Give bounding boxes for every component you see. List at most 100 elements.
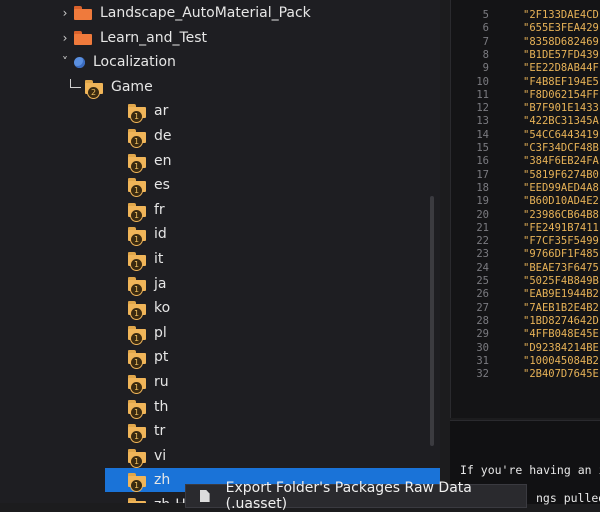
line-number: 7 — [482, 35, 489, 48]
code-value: "9766DF1F485 — [523, 248, 599, 261]
tree-item-game[interactable]: 2 Game — [0, 75, 440, 99]
line-number: 31 — [476, 354, 489, 367]
tree-item-label: zh — [154, 472, 171, 489]
tree-item-ja[interactable]: 1 ja — [0, 272, 440, 296]
code-value: "F4B8EF194E5 — [523, 75, 599, 88]
code-viewer: 5 "2F133DAE4CD 6 "655E3FEA429 7 "8358D682469 8… — [450, 0, 600, 418]
tree-item-en[interactable]: 1 en — [0, 149, 440, 173]
tree-connector-icon[interactable] — [70, 79, 81, 89]
tree-item-landscape-automaterial-pack[interactable]: › Landscape_AutoMaterial_Pack — [0, 1, 440, 25]
tree-item-pl[interactable]: 1 pl — [0, 321, 440, 345]
line-number: 14 — [476, 128, 489, 141]
code-line: 25 "5025F4B849B — [451, 275, 600, 288]
code-value: "5025F4B849B — [523, 275, 599, 287]
folder-badge: 1 — [130, 381, 143, 394]
tree-item-label: Learn_and_Test — [100, 29, 208, 46]
code-value: "F8D062154FF — [523, 88, 599, 101]
code-line: 20 "23986CB64B8 — [451, 209, 600, 222]
tree-item-vi[interactable]: 1 vi — [0, 444, 440, 468]
folder-badge: 1 — [130, 454, 143, 468]
code-value: "100045084B2 — [523, 354, 599, 367]
code-value: "655E3FEA429 — [523, 22, 599, 35]
folder-badge: 1 — [130, 184, 143, 198]
tree-item-id[interactable]: 1 id — [0, 222, 440, 247]
code-value: "EE22D8AB44F — [523, 62, 599, 75]
tree-item-pt[interactable]: 1 pt — [0, 345, 440, 370]
code-line: 23 "9766DF1F485 — [451, 248, 600, 261]
folder-icon — [74, 30, 92, 45]
code-line: 30 "D92384214BE — [451, 342, 600, 355]
tree-item-label: tr — [154, 423, 166, 440]
tree-item-ar[interactable]: 1 ar — [0, 99, 440, 124]
chevron-down-icon[interactable]: ˅ — [58, 55, 72, 69]
code-line: 18 "EED99AED4A8 — [451, 182, 600, 195]
line-number: 15 — [476, 142, 489, 154]
folder-badge: 1 — [130, 405, 143, 419]
tree-item-es[interactable]: 1 es — [0, 173, 440, 198]
tree-item-it[interactable]: 1 it — [0, 247, 440, 271]
tree-item-th[interactable]: 1 th — [0, 395, 440, 419]
export-file-icon — [200, 490, 210, 502]
tree-item-label: ja — [154, 275, 167, 292]
tree-item-localization[interactable]: ˅ Localization — [0, 50, 440, 74]
folder-badge: 2 — [87, 85, 100, 99]
code-value: "2F133DAE4CD — [523, 9, 599, 21]
folder-icon — [74, 6, 92, 20]
code-line: 13 "422BC31345A — [451, 115, 600, 128]
code-line: 27 "7AEB1B2E4B2 — [451, 302, 600, 315]
console-message: If you're having an i — [460, 463, 600, 477]
code-value: "384F6EB24FA — [523, 155, 599, 168]
tree-scrollbar[interactable] — [430, 196, 434, 446]
code-value: "4FFB048E45E — [523, 328, 599, 341]
code-line: 14 "54CC6443419 — [451, 129, 600, 142]
code-value: "BEAE73F6475 — [523, 261, 599, 274]
folder-icon: 1 — [128, 325, 146, 345]
tree-item-label: Landscape_AutoMaterial_Pack — [100, 5, 311, 21]
code-line: 29 "4FFB048E45E — [451, 328, 600, 341]
folder-icon: 1 — [128, 227, 146, 247]
code-value: "B1DE57FD439 — [523, 48, 599, 61]
code-line: 6 "655E3FEA429 — [451, 22, 600, 35]
export-raw-data-menu-item[interactable]: Export Folder's Packages Raw Data (.uass… — [226, 480, 526, 512]
code-value: "5819F6274B0 — [523, 168, 599, 181]
line-number: 5 — [482, 9, 489, 21]
folder-icon: 1 — [128, 448, 146, 468]
tree-item-ko[interactable]: 1 ko — [0, 296, 440, 321]
chevron-right-icon[interactable]: › — [58, 31, 72, 45]
line-number: 26 — [476, 288, 489, 301]
code-value: "C3F34DCF48B — [523, 142, 599, 154]
code-value: "7AEB1B2E4B2 — [523, 301, 599, 314]
tree-item-label: zh-H — [154, 497, 186, 503]
line-number: 28 — [476, 314, 489, 327]
line-number: 17 — [476, 168, 489, 181]
tree-item-de[interactable]: 1 de — [0, 124, 440, 148]
tree-item-label: de — [154, 128, 172, 144]
line-number: 19 — [476, 195, 489, 208]
code-line: 17 "5819F6274B0 — [451, 169, 600, 182]
tree-item-learn-and-test[interactable]: › Learn_and_Test — [0, 26, 440, 50]
chevron-right-icon[interactable]: › — [58, 6, 72, 20]
code-line: 9 "EE22D8AB44F — [451, 62, 600, 75]
folder-icon: 1 — [128, 399, 146, 419]
folder-badge: 1 — [130, 356, 143, 370]
code-value: "EED99AED4A8 — [523, 181, 599, 194]
line-number: 6 — [482, 22, 489, 35]
code-line: 16 "384F6EB24FA — [451, 155, 600, 168]
code-line: 8 "B1DE57FD439 — [451, 49, 600, 62]
line-number: 21 — [476, 221, 489, 234]
code-line: 21 "FE2491B7411 — [451, 222, 600, 235]
folder-badge: 1 — [130, 110, 143, 124]
folder-icon: 1 — [128, 350, 146, 370]
code-line: 24 "BEAE73F6475 — [451, 262, 600, 275]
folder-icon: 1 — [128, 202, 146, 222]
tree-item-ru[interactable]: 1 ru — [0, 370, 440, 394]
code-value: "B60D10AD4E2 — [523, 195, 599, 208]
line-number: 12 — [476, 102, 489, 115]
code-line: 7 "8358D682469 — [451, 36, 600, 49]
globe-icon — [74, 56, 85, 68]
tree-item-tr[interactable]: 1 tr — [0, 419, 440, 444]
tree-item-fr[interactable]: 1 fr — [0, 198, 440, 222]
tree-item-label: th — [154, 398, 169, 415]
tree-item-label: fr — [154, 201, 165, 218]
line-number: 30 — [476, 341, 489, 354]
